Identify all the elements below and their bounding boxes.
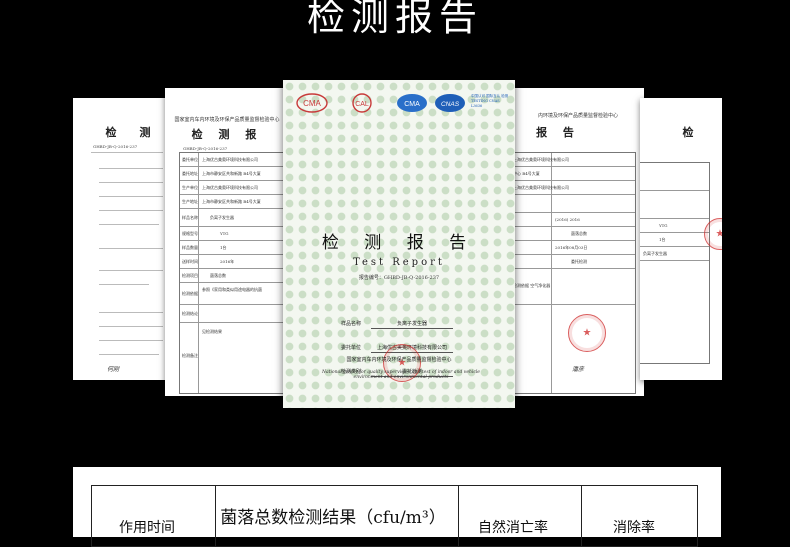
issuer-name-english: National center for quality supervision … xyxy=(322,370,480,380)
info-table: 委托单位 上海优古美奥环境科技有限公司 委托地址 上海市静安区共和新路 B4号大厦 … xyxy=(179,152,289,394)
info-table: 上海优古美奥环境科技有限公司 中心 B4号大厦 上海优古美奥环境科技有限公司 (… xyxy=(512,152,636,394)
cma-logo-icon: CMA xyxy=(295,92,329,114)
info-table: YTG 1台 负离子发生器 xyxy=(640,162,710,364)
page-heading: 检测报告 xyxy=(306,0,483,39)
report-number: GHBD-JB-Q-2016-237 xyxy=(183,146,228,151)
signature: 何刚 xyxy=(107,366,120,373)
report-page-far-right: 检 YTG 1台 负离子发生器 xyxy=(640,98,722,380)
removal-rate-header: 消除率 xyxy=(613,520,655,536)
cma-globe-logo-icon: CMA xyxy=(395,92,429,114)
client-label: 委托单位 xyxy=(341,345,362,351)
issuer-name: 国家室内车内环境及环保产品质量监督检验中心 xyxy=(346,357,452,363)
doc-header: 国家室内车内环境及环保产品质量监督检验中心 xyxy=(174,117,280,123)
doc-title: 检 xyxy=(682,126,700,139)
certificate-title: 检 测 报 告 xyxy=(321,233,477,253)
report-page-far-left: 检 测 GHBD-JB-Q-2016-237 何刚 xyxy=(73,98,169,380)
svg-text:CMA: CMA xyxy=(404,101,420,108)
svg-text:CNAS: CNAS xyxy=(441,101,460,108)
svg-text:CAL: CAL xyxy=(355,101,369,108)
red-seal-stamp xyxy=(568,314,606,352)
cal-logo-icon: CAL xyxy=(345,92,379,114)
certificate-cover: CMA CAL CMA CNAS 中国认可 国际互认 检测 TESTING CN… xyxy=(283,80,515,408)
results-heading: 菌落总数检测结果（cfu/m³） xyxy=(220,508,446,528)
report-page-right-center: 内环境及环保产品质量监督检验中心 报 告 上海优古美奥环境科技有限公司 中心 B… xyxy=(512,88,644,396)
sample-name-label: 样品名称 xyxy=(341,321,362,327)
report-number: GHBD-JB-Q-2016-237 xyxy=(93,144,138,149)
signature: 潘彦 xyxy=(572,366,585,373)
cnas-caption: 中国认可 国际互认 检测 TESTING CNAS L3636 xyxy=(471,94,509,108)
results-table-panel: 菌落总数检测结果（cfu/m³） 作用时间 自然消亡率 消除率 xyxy=(73,467,721,547)
report-number: 报告编号：GHBD-JB-Q-2016-237 xyxy=(358,275,440,281)
doc-title: 检 测 报 xyxy=(191,128,263,141)
doc-title: 报 告 xyxy=(536,126,580,139)
natural-decay-header: 自然消亡率 xyxy=(478,520,548,536)
svg-text:CMA: CMA xyxy=(303,99,321,108)
sample-name-value: 负离子发生器 xyxy=(371,320,453,329)
cnas-logo-icon: CNAS xyxy=(433,92,467,114)
report-page-left-center: 国家室内车内环境及环保产品质量监督检验中心 检 测 报 GHBD-JB-Q-20… xyxy=(165,88,289,396)
doc-header: 内环境及环保产品质量监督检验中心 xyxy=(537,113,618,119)
certificate-subtitle: Test Report xyxy=(353,257,445,268)
action-time-header: 作用时间 xyxy=(119,520,175,536)
doc-title: 检 测 xyxy=(105,126,157,139)
